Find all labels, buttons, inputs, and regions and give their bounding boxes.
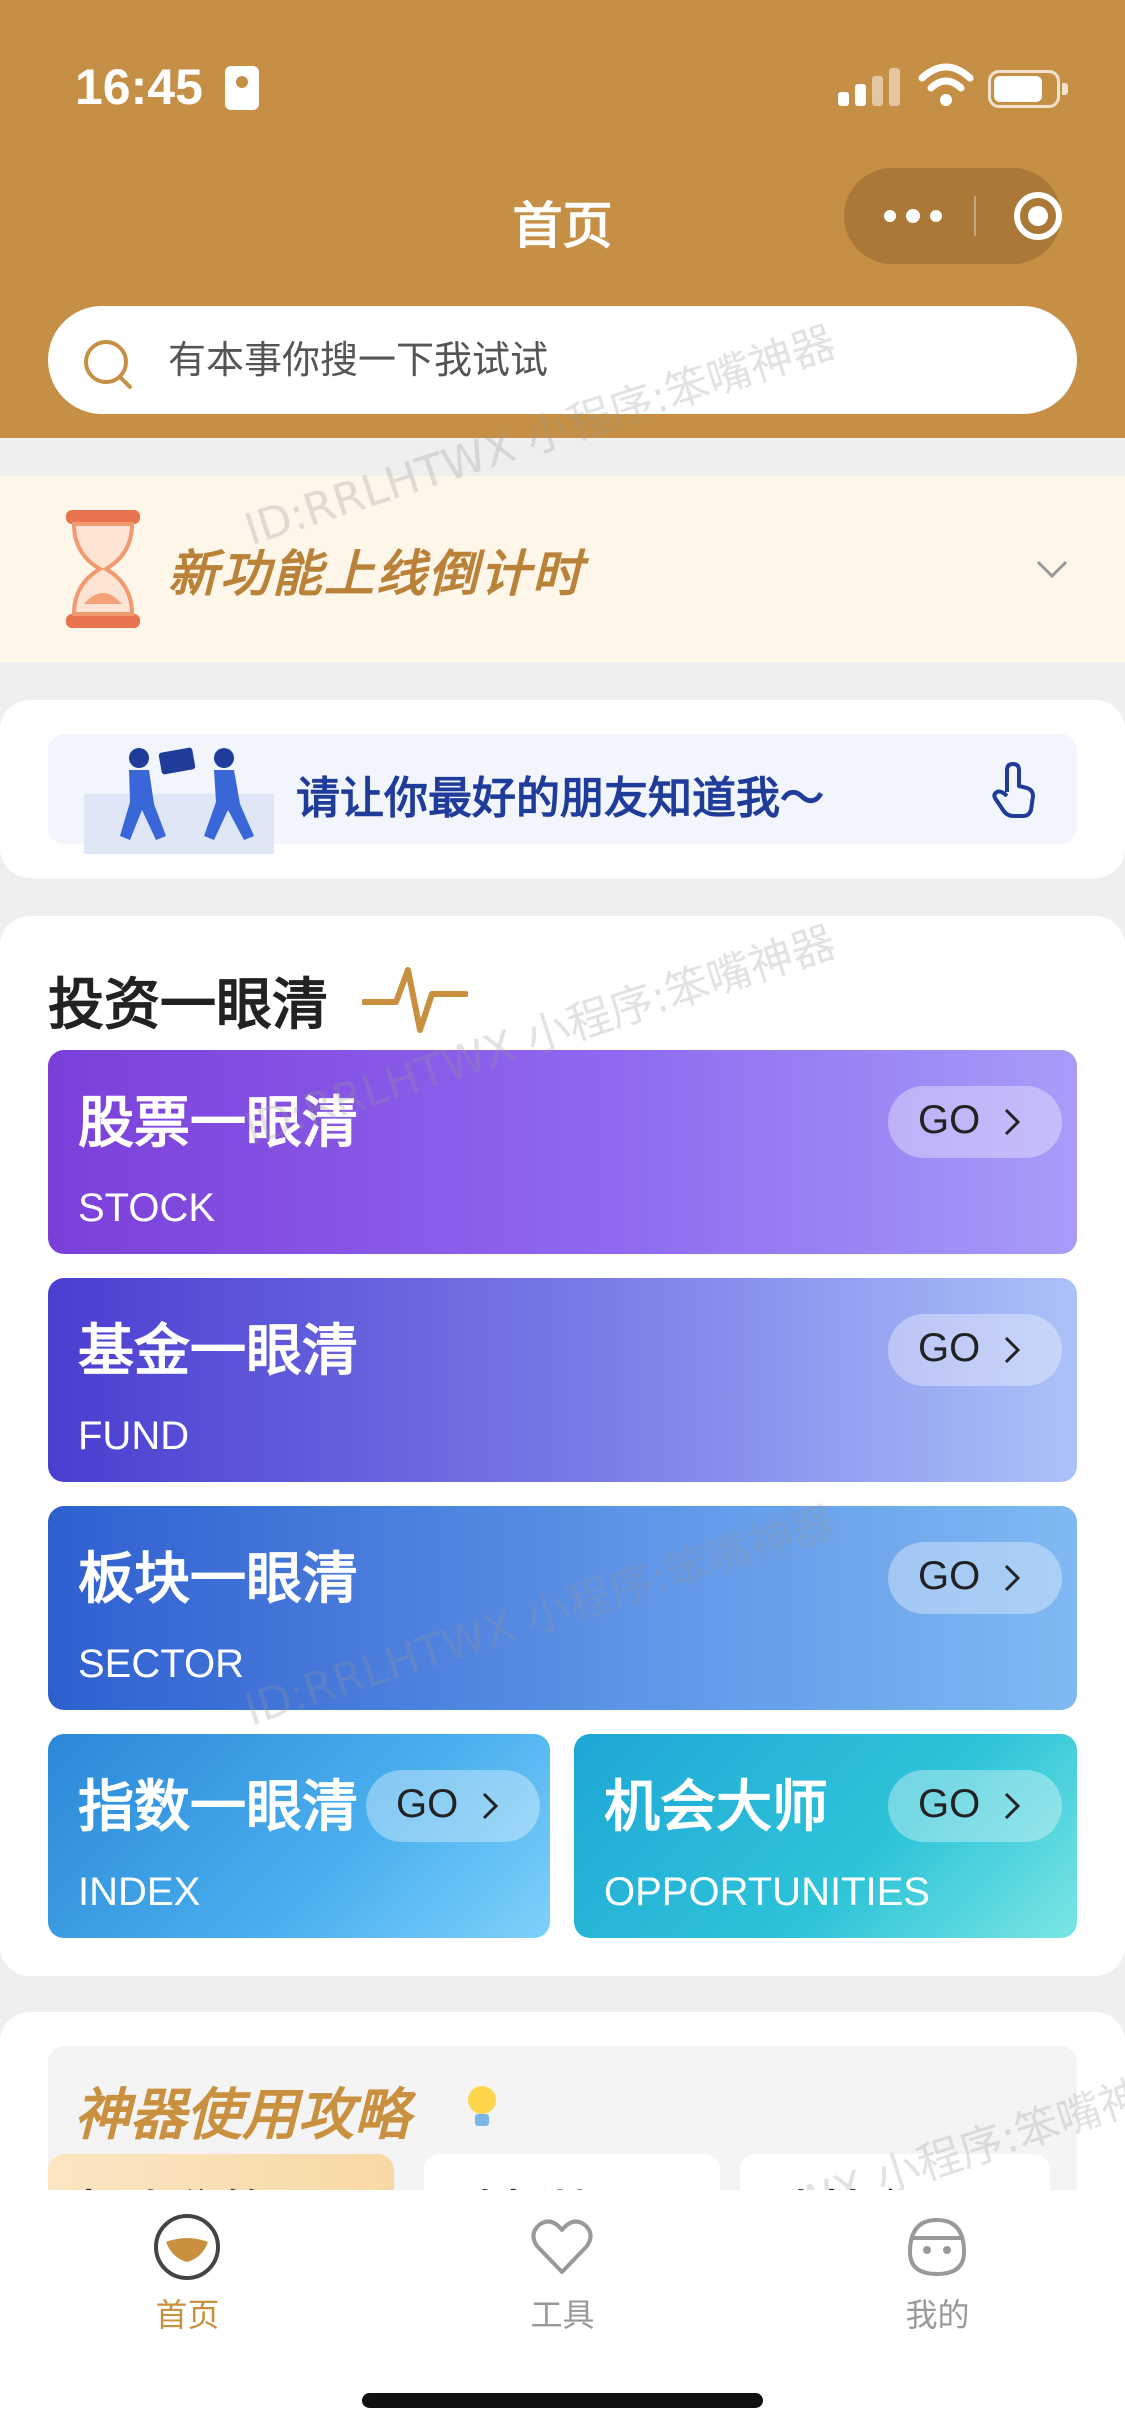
tab-profile[interactable]: 我的: [750, 2190, 1125, 2340]
go-label: GO: [918, 1098, 981, 1142]
cellular-signal-icon: [838, 66, 900, 106]
chevron-right-icon: [1004, 1792, 1021, 1820]
opportunities-tile-subtitle: OPPORTUNITIES: [604, 1870, 930, 1914]
countdown-banner[interactable]: 新功能上线倒计时: [0, 476, 1125, 662]
chevron-right-icon: [482, 1792, 499, 1820]
tab-home[interactable]: 首页: [0, 2190, 375, 2340]
home-icon: [154, 2214, 220, 2280]
sector-tile[interactable]: 板块一眼清 SECTOR GO: [48, 1506, 1077, 1710]
stock-tile[interactable]: 股票一眼清 STOCK GO: [48, 1050, 1077, 1254]
invest-section-title: 投资一眼清: [48, 973, 328, 1038]
search-input[interactable]: 有本事你搜一下我试试: [168, 306, 548, 414]
index-go-button[interactable]: GO: [366, 1770, 540, 1842]
header: 16:45 首页 有本事你搜一下我试试: [0, 0, 1125, 438]
go-label: GO: [918, 1554, 981, 1598]
invite-banner[interactable]: 请让你最好的朋友知道我～: [48, 734, 1077, 854]
tab-profile-label: 我的: [905, 2296, 970, 2334]
close-miniprogram-icon[interactable]: [1014, 192, 1062, 240]
index-tile-subtitle: INDEX: [78, 1870, 201, 1914]
search-bar[interactable]: 有本事你搜一下我试试: [48, 306, 1077, 414]
guide-title: 神器使用攻略: [74, 2083, 410, 2148]
sector-tile-subtitle: SECTOR: [78, 1642, 244, 1686]
go-label: GO: [918, 1782, 981, 1826]
index-tile-title: 指数一眼清: [78, 1775, 358, 1840]
fund-go-button[interactable]: GO: [888, 1314, 1062, 1386]
capsule-divider: [974, 196, 976, 236]
tab-home-label: 首页: [155, 2296, 220, 2334]
go-label: GO: [396, 1782, 459, 1826]
stock-tile-subtitle: STOCK: [78, 1186, 216, 1230]
stock-tile-title: 股票一眼清: [78, 1091, 358, 1156]
home-indicator: [362, 2393, 763, 2408]
invest-card: 投资一眼清 股票一眼清 STOCK GO 基金一眼清 FUND GO 板块一眼清…: [0, 916, 1125, 1976]
chevron-right-icon: [1004, 1564, 1021, 1592]
invite-text: 请让你最好的朋友知道我～: [296, 773, 824, 824]
opportunities-tile[interactable]: 机会大师 OPPORTUNITIES GO: [574, 1734, 1077, 1938]
tap-hand-icon: [992, 762, 1035, 818]
wifi-icon: [918, 63, 974, 106]
fund-tile[interactable]: 基金一眼清 FUND GO: [48, 1278, 1077, 1482]
battery-icon: [988, 70, 1068, 108]
tab-tools[interactable]: 工具: [375, 2190, 750, 2340]
id-badge-icon: [225, 66, 259, 110]
countdown-title: 新功能上线倒计时: [168, 545, 584, 603]
invite-card: 请让你最好的朋友知道我～: [0, 700, 1125, 878]
status-time: 16:45: [75, 59, 203, 115]
opportunities-go-button[interactable]: GO: [888, 1770, 1062, 1842]
heart-icon: [531, 2219, 593, 2274]
index-tile[interactable]: 指数一眼清 INDEX GO: [48, 1734, 550, 1938]
more-options-icon[interactable]: [884, 208, 944, 224]
chevron-down-icon[interactable]: [1032, 548, 1072, 588]
hourglass-icon: [66, 510, 140, 628]
fund-tile-title: 基金一眼清: [78, 1319, 358, 1384]
sector-go-button[interactable]: GO: [888, 1542, 1062, 1614]
sector-tile-title: 板块一眼清: [78, 1547, 358, 1612]
stock-go-button[interactable]: GO: [888, 1086, 1062, 1158]
go-label: GO: [918, 1326, 981, 1370]
profile-icon: [907, 2217, 967, 2277]
share-people-icon: [84, 747, 274, 854]
search-icon: [84, 340, 132, 389]
fund-tile-subtitle: FUND: [78, 1414, 190, 1458]
mini-program-capsule: [844, 168, 1062, 264]
opportunities-tile-title: 机会大师: [604, 1775, 828, 1840]
tab-tools-label: 工具: [530, 2296, 595, 2334]
chevron-right-icon: [1004, 1108, 1021, 1136]
lightbulb-icon: [468, 2086, 496, 2126]
chevron-right-icon: [1004, 1336, 1021, 1364]
pulse-icon: [362, 967, 468, 1033]
